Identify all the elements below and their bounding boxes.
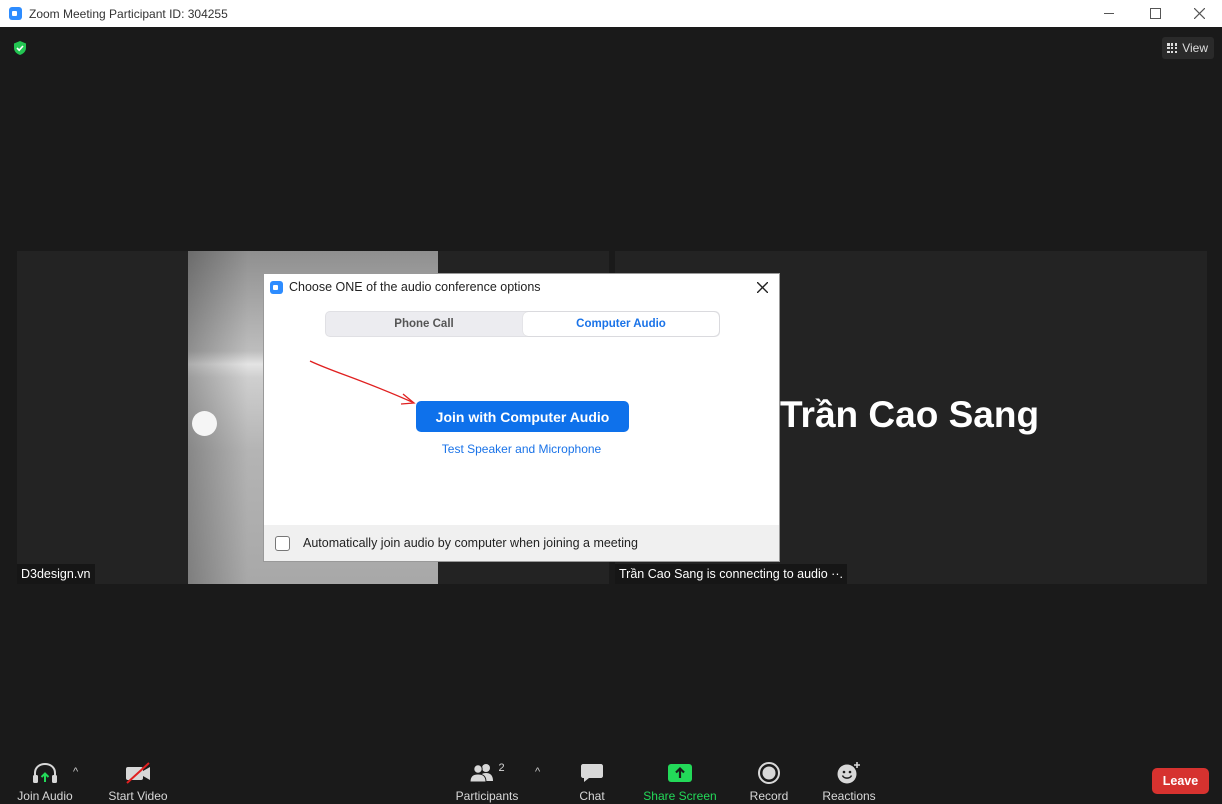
dialog-footer: Automatically join audio by computer whe… — [264, 525, 779, 561]
participants-caret-icon[interactable]: ^ — [535, 766, 540, 778]
share-screen-button[interactable]: Share Screen — [642, 754, 718, 804]
dialog-header: Choose ONE of the audio conference optio… — [264, 274, 779, 300]
participant-display-name: Trần Cao Sang — [780, 394, 1040, 435]
window-titlebar: Zoom Meeting Participant ID: 304255 — [0, 0, 1222, 27]
audio-tabs: Phone Call Computer Audio — [325, 311, 720, 337]
tab-computer-audio[interactable]: Computer Audio — [523, 312, 719, 336]
view-button[interactable]: View — [1162, 37, 1214, 59]
reaction-smiley-icon — [836, 761, 862, 785]
share-screen-icon — [668, 761, 692, 785]
start-video-button[interactable]: Start Video — [106, 754, 170, 804]
test-speaker-link[interactable]: Test Speaker and Microphone — [264, 442, 779, 456]
auto-join-label: Automatically join audio by computer whe… — [303, 536, 638, 550]
record-icon — [757, 761, 781, 785]
record-label: Record — [749, 789, 789, 803]
share-screen-label: Share Screen — [643, 789, 717, 803]
join-audio-button[interactable]: Join Audio — [15, 754, 75, 804]
participant-name-label: D3design.vn — [17, 564, 95, 584]
maximize-icon — [1149, 8, 1161, 19]
reactions-button[interactable]: Reactions — [820, 754, 878, 804]
auto-join-checkbox[interactable] — [275, 535, 290, 551]
close-icon — [1193, 8, 1205, 19]
meeting-toolbar: Join Audio ^ Start Video 2 Participants … — [0, 754, 1222, 804]
reactions-label: Reactions — [822, 789, 876, 803]
audio-options-dialog: Choose ONE of the audio conference optio… — [264, 274, 779, 561]
grid-view-icon — [1167, 43, 1178, 53]
encryption-shield-icon[interactable] — [12, 40, 28, 56]
close-icon — [756, 281, 768, 293]
record-button[interactable]: Record — [746, 754, 792, 804]
window-title: Zoom Meeting Participant ID: 304255 — [29, 6, 228, 21]
participants-label: Participants — [455, 789, 519, 803]
tab-phone-call[interactable]: Phone Call — [326, 312, 522, 336]
chat-label: Chat — [579, 789, 605, 803]
dialog-title: Choose ONE of the audio conference optio… — [289, 280, 541, 294]
join-audio-label: Join Audio — [17, 789, 73, 803]
audio-options-caret-icon[interactable]: ^ — [73, 766, 78, 778]
video-off-icon — [124, 761, 152, 785]
join-computer-audio-button[interactable]: Join with Computer Audio — [416, 401, 629, 432]
light-blob — [192, 411, 217, 436]
view-label: View — [1182, 41, 1208, 55]
participant-status-label: Trần Cao Sang is connecting to audio ··. — [615, 564, 847, 584]
participants-icon: 2 — [469, 761, 505, 785]
chat-icon — [580, 761, 604, 785]
zoom-app-icon — [270, 280, 283, 294]
maximize-button[interactable] — [1132, 0, 1178, 27]
leave-button[interactable]: Leave — [1152, 768, 1209, 794]
dialog-close-button[interactable] — [753, 278, 771, 296]
zoom-app-icon — [9, 7, 22, 20]
chat-button[interactable]: Chat — [572, 754, 612, 804]
minimize-button[interactable] — [1086, 0, 1132, 27]
annotation-arrow-icon — [309, 360, 416, 405]
participants-count: 2 — [498, 762, 505, 774]
participants-button[interactable]: 2 Participants — [452, 754, 522, 804]
minimize-icon — [1104, 13, 1114, 14]
close-window-button[interactable] — [1176, 0, 1222, 27]
start-video-label: Start Video — [108, 789, 168, 803]
headphone-icon — [32, 761, 58, 785]
